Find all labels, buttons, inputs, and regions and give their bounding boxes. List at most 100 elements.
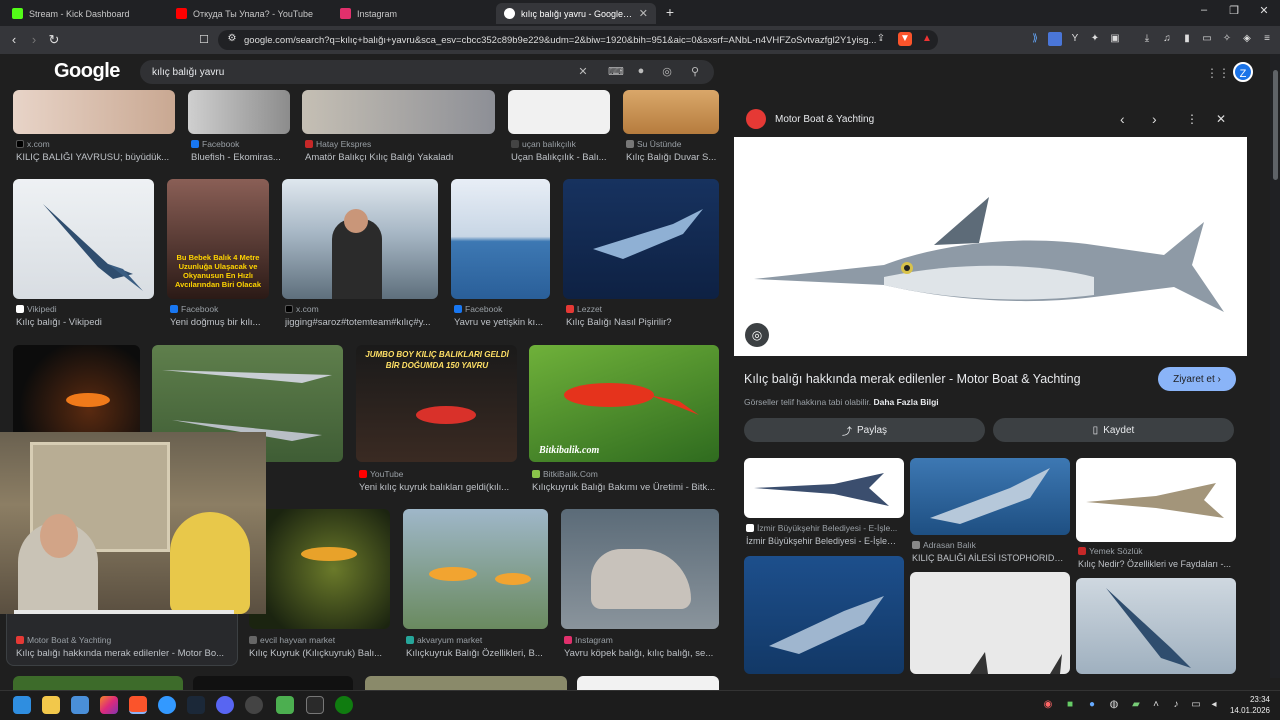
brave-rewards-icon[interactable]: ▲ [920,32,934,46]
more-options-icon[interactable]: ⋮ [1186,112,1198,126]
result-image[interactable] [249,509,390,629]
close-tab-icon[interactable]: ✕ [639,7,648,20]
result-caption[interactable]: jigging#saroz#totemteam#kılıç#y... [285,317,437,328]
new-tab-button[interactable]: + [660,4,680,20]
result-caption[interactable]: Yavru ve yetişkin kı... [454,317,550,328]
address-bar[interactable]: google.com/search?q=kılıç+balığı+yavru&s… [218,30,938,50]
result-image[interactable] [302,90,495,134]
minimize-button[interactable]: – [1194,4,1214,16]
bookmark-icon[interactable]: ☐ [196,32,212,48]
file-explorer-icon[interactable] [42,696,60,714]
tab-instagram[interactable]: Instagram [332,3,492,24]
brave-browser-icon[interactable] [129,696,147,714]
related-caption[interactable]: Kılıç Nedir? Özellikleri ve Faydaları -.… [1078,559,1234,569]
related-caption[interactable]: KILIÇ BALIĞI AİLESİ ISTOPHORIDAE -... [912,553,1068,563]
leo-icon[interactable]: ✧ [1220,32,1234,46]
system-clock[interactable]: 23:34 14.01.2026 [1226,694,1270,716]
share-icon[interactable]: ⇪ [874,32,888,46]
result-image[interactable]: JUMBO BOY KILIÇ BALIKLARI GELDİ BİR DOĞU… [356,345,517,462]
epic-games-icon[interactable] [306,696,324,714]
nvidia-icon[interactable]: ▰ [1130,699,1142,710]
more-info-link[interactable]: Daha Fazla Bilgi [873,397,938,407]
related-image[interactable] [910,572,1070,674]
result-image[interactable] [13,179,154,299]
tray-icon[interactable]: ● [1086,699,1098,710]
result-caption[interactable]: Bluefish - Ekomiras... [191,152,289,163]
minecraft-icon[interactable] [276,696,294,714]
result-image[interactable] [13,676,183,690]
result-caption[interactable]: Kılıç Kuyruk (Kılıçkuyruk) Balı... [249,648,389,659]
xbox-icon[interactable] [335,696,353,714]
result-image[interactable] [451,179,550,299]
vpn-icon[interactable]: ◈ [1240,32,1254,46]
obs-icon[interactable] [245,696,263,714]
save-button[interactable]: ▯ Kaydet [993,418,1234,442]
panel-source[interactable]: Motor Boat & Yachting [775,114,874,125]
app-icon[interactable] [71,696,89,714]
menu-icon[interactable]: ≡ [1260,32,1274,46]
related-image[interactable] [1076,578,1236,674]
wallet-icon[interactable]: ▭ [1200,32,1214,46]
media-icon[interactable]: ♫ [1160,32,1174,46]
sidebar-icon[interactable]: ▮ [1180,32,1194,46]
apps-grid-icon[interactable]: ⋮⋮ [1206,66,1230,80]
yandex-icon[interactable]: Y [1068,32,1082,46]
lens-search-icon[interactable]: ◎ [745,323,769,347]
network-icon[interactable]: ▭ [1190,699,1202,710]
windows-start-icon[interactable] [13,696,31,714]
tab-kick[interactable]: Stream - Kick Dashboard [4,3,164,24]
site-info-icon[interactable]: ⚙ [225,32,239,46]
result-caption[interactable]: Kılıçkuyruk Balığı Özellikleri, B... [406,648,548,659]
tab-youtube[interactable]: Откуда Ты Упала? - YouTube [168,3,328,24]
lens-icon[interactable]: ◎ [660,65,674,78]
result-image[interactable]: Bu Bebek Balık 4 Metre Uzunluğa Ulaşacak… [167,179,269,299]
panel-title[interactable]: Kılıç balığı hakkında merak edilenler - … [744,372,1081,386]
result-image[interactable] [563,179,719,299]
discord-icon[interactable] [216,696,234,714]
chevron-up-icon[interactable]: ˄ [1150,699,1162,710]
tab-google-search[interactable]: kılıç balığı yavru - Google'da Ara ✕ [496,3,656,24]
puzzle-icon[interactable]: ✦ [1088,32,1102,46]
result-image[interactable] [561,509,719,629]
screenshot-icon[interactable]: ▣ [1108,32,1122,46]
microphone-icon[interactable]: ● [634,65,648,77]
result-caption[interactable]: Kılıç Balığı Duvar S... [626,152,719,163]
chevron-left-icon[interactable]: ‹ [1120,111,1125,127]
related-image[interactable] [910,458,1070,535]
scrollbar-thumb[interactable] [1273,70,1278,180]
result-image[interactable] [623,90,719,134]
reload-icon[interactable]: ↻ [46,32,62,48]
translate-icon[interactable]: ⟫ [1028,32,1042,46]
close-window-button[interactable]: ✕ [1254,4,1274,17]
result-image[interactable]: Bitkibalik.com [529,345,719,462]
visit-button[interactable]: Ziyaret et › [1158,367,1236,391]
forward-icon[interactable]: › [26,32,42,48]
result-caption[interactable]: Kılıç balığı hakkında merak edilenler - … [16,648,230,659]
result-caption[interactable]: Kılıç balığı - Vikipedi [16,317,156,328]
volume-icon[interactable]: ◂ [1208,699,1220,710]
share-button[interactable]: ⤴ Paylaş [744,418,985,442]
result-image[interactable] [403,509,548,629]
back-icon[interactable]: ‹ [6,32,22,48]
result-image[interactable] [188,90,290,134]
result-caption[interactable]: Yeni kılıç kuyruk balıkları geldi(kılı..… [359,482,517,493]
download-icon[interactable]: ⤓ [1140,32,1154,46]
result-image[interactable] [13,90,175,134]
steam-icon[interactable] [187,696,205,714]
clear-icon[interactable]: ✕ [576,65,590,78]
result-image[interactable] [193,676,353,690]
tray-icon[interactable]: ◍ [1108,699,1120,710]
brave-shield-icon[interactable]: ▼ [898,32,912,46]
related-image[interactable] [744,556,904,674]
related-image[interactable] [1076,458,1236,542]
result-image[interactable] [365,676,567,690]
microphone-icon[interactable]: ♪ [1170,699,1182,710]
extension-icon[interactable] [1048,32,1062,46]
result-caption[interactable]: Yeni doğmuş bir kılı... [170,317,268,328]
result-image[interactable] [577,676,719,690]
restore-button[interactable]: ❐ [1224,4,1244,17]
related-image[interactable] [744,458,904,518]
app-icon[interactable] [158,696,176,714]
result-caption[interactable]: Amatör Balıkçı Kılıç Balığı Yakaladı [305,152,495,163]
tray-icon[interactable]: ■ [1064,699,1076,710]
